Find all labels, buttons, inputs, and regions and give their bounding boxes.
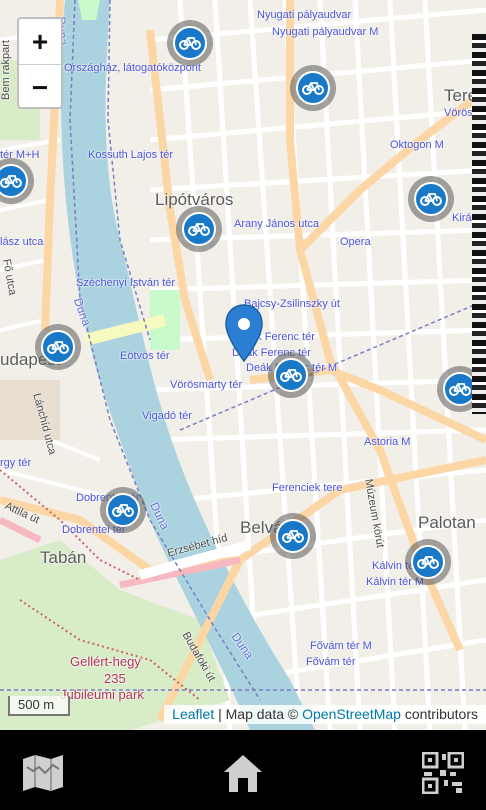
bicycle-icon	[112, 504, 134, 517]
bicycle-icon	[282, 530, 304, 543]
map-attribution: Leaflet | Map data © OpenStreetMap contr…	[164, 705, 486, 724]
poi-label: Ferenciek tere	[272, 482, 343, 494]
poi-label: Vigadó tér	[142, 410, 192, 422]
attribution-separator: | Map data ©	[214, 706, 303, 722]
zoom-control: + −	[17, 17, 63, 109]
poi-label: Kossuth Lajos tér	[88, 149, 173, 161]
poi-label: Vörös	[444, 107, 473, 119]
district-label: Tabán	[40, 548, 87, 567]
bike-station-marker[interactable]	[167, 20, 213, 66]
bike-station-marker[interactable]	[270, 513, 316, 559]
location-pin-icon[interactable]	[224, 303, 264, 363]
poi-label: Széchenyi István tér	[76, 277, 176, 289]
bike-station-marker[interactable]	[408, 176, 454, 222]
park-label: Jubileumi park	[60, 687, 144, 702]
poi-label: rgy tér	[0, 457, 32, 469]
home-nav-button[interactable]	[220, 750, 266, 796]
poi-label: Vörösmarty tér	[170, 379, 243, 391]
bicycle-icon	[280, 369, 302, 382]
poi-label: Oktogon M	[390, 139, 444, 151]
bike-station-marker[interactable]	[290, 65, 336, 111]
bicycle-icon	[420, 193, 442, 206]
bike-station-marker[interactable]	[100, 487, 146, 533]
bicycle-icon	[47, 341, 69, 354]
bicycle-icon	[302, 82, 324, 95]
map-nav-button[interactable]	[20, 750, 66, 796]
district-label: Palotan	[418, 513, 476, 532]
poi-label: Opera	[340, 236, 371, 248]
poi-label: Fővám tér	[306, 656, 356, 668]
poi-label: lász utca	[0, 236, 44, 248]
attribution-suffix: contributors	[400, 706, 478, 722]
bicycle-icon	[417, 556, 439, 569]
bicycle-icon	[0, 175, 22, 188]
qr-code-icon	[422, 752, 464, 794]
poi-label: Nyugati pályaudvar	[257, 9, 352, 21]
poi-label: Arany János utca	[234, 218, 319, 230]
bottom-nav-bar	[0, 730, 486, 810]
bicycle-icon	[449, 383, 471, 396]
zoom-out-button[interactable]: −	[19, 65, 61, 110]
map-icon	[23, 755, 63, 791]
poi-label: Fővám tér M	[310, 640, 372, 652]
hill-label: Gellért-hegy	[70, 654, 141, 669]
qr-edge-decoration	[472, 34, 486, 414]
bicycle-icon	[179, 37, 201, 50]
bike-station-marker[interactable]	[405, 539, 451, 585]
zoom-in-button[interactable]: +	[19, 19, 61, 65]
home-icon	[224, 755, 262, 792]
poi-label: Eötvös tér	[120, 350, 170, 362]
qr-nav-button[interactable]	[420, 750, 466, 796]
hill-elevation: 235	[104, 671, 126, 686]
leaflet-link[interactable]: Leaflet	[172, 706, 214, 722]
street-label: Bem rakpart	[0, 40, 12, 100]
osm-link[interactable]: OpenStreetMap	[302, 706, 401, 722]
bike-station-marker[interactable]	[176, 206, 222, 252]
map-view[interactable]: Lipótváros Teréz udapest Tabán Palotan B…	[0, 0, 486, 730]
poi-label: Nyugati pályaudvar M	[272, 26, 379, 38]
bike-station-marker[interactable]	[268, 352, 314, 398]
scale-bar: 500 m	[8, 696, 70, 716]
bicycle-icon	[188, 223, 210, 236]
map-tiles	[0, 0, 486, 730]
poi-label: Kirá	[452, 212, 472, 224]
poi-label: Astoria M	[364, 436, 411, 448]
bike-station-marker[interactable]	[35, 324, 81, 370]
